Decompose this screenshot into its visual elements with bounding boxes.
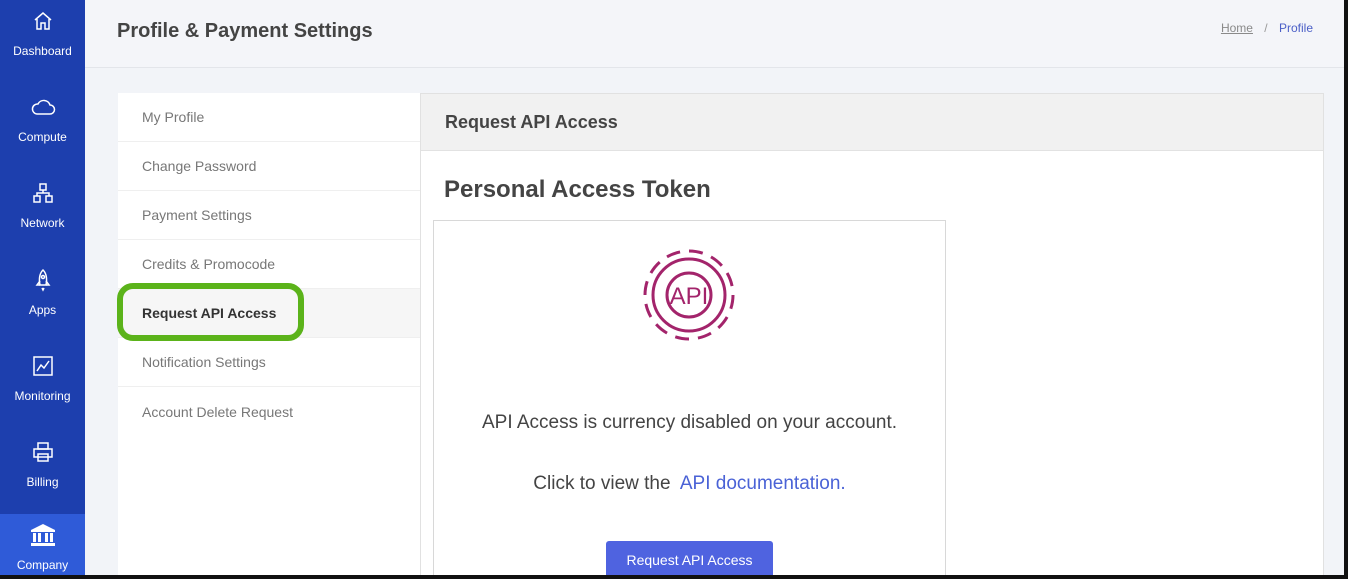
settings-menu: My Profile Change Password Payment Setti…: [118, 93, 420, 579]
breadcrumb-separator: /: [1264, 21, 1268, 35]
page-header: Profile & Payment Settings Home / Profil…: [85, 0, 1348, 68]
window-right-border: [1344, 0, 1348, 579]
documentation-prefix: Click to view the: [533, 473, 671, 494]
api-disabled-message: API Access is currency disabled on your …: [481, 412, 898, 433]
menu-item-label: Payment Settings: [142, 207, 252, 223]
chart-icon: [32, 353, 54, 379]
documentation-line: Click to view the API documentation.: [434, 473, 945, 495]
menu-item-label: Request API Access: [142, 305, 277, 321]
nav-label: Company: [16, 558, 69, 572]
nav-item-compute[interactable]: Compute: [0, 86, 85, 172]
breadcrumb-home-link[interactable]: Home: [1221, 21, 1253, 35]
api-gear-icon: API: [643, 249, 735, 341]
nav-item-company[interactable]: Company: [0, 514, 85, 579]
nav-item-billing[interactable]: Billing: [0, 431, 85, 517]
nav-label: Apps: [28, 303, 57, 317]
access-token-card: API API Access is currency disabled on y…: [433, 220, 946, 579]
nav-item-network[interactable]: Network: [0, 172, 85, 258]
rocket-icon: [33, 267, 53, 293]
api-documentation-link[interactable]: API documentation.: [680, 473, 846, 494]
page-title: Profile & Payment Settings: [117, 20, 373, 42]
menu-item-account-delete-request[interactable]: Account Delete Request: [118, 387, 420, 436]
menu-item-my-profile[interactable]: My Profile: [118, 93, 420, 142]
home-icon: [32, 8, 54, 34]
menu-item-label: Credits & Promocode: [142, 256, 276, 272]
nav-label: Dashboard: [13, 44, 72, 58]
menu-item-credits-promocode[interactable]: Credits & Promocode: [118, 240, 420, 289]
api-access-panel: Request API Access Personal Access Token…: [420, 93, 1324, 579]
nav-item-dashboard[interactable]: Dashboard: [0, 0, 85, 86]
cloud-icon: [30, 94, 56, 120]
nav-item-monitoring[interactable]: Monitoring: [0, 345, 85, 431]
menu-item-notification-settings[interactable]: Notification Settings: [118, 338, 420, 387]
menu-item-payment-settings[interactable]: Payment Settings: [118, 191, 420, 240]
menu-item-label: Account Delete Request: [142, 403, 293, 420]
menu-item-change-password[interactable]: Change Password: [118, 142, 420, 191]
panel-heading: Request API Access: [421, 94, 1323, 151]
window-bottom-border: [0, 575, 1348, 579]
breadcrumb-current: Profile: [1278, 21, 1313, 35]
menu-item-label: Notification Settings: [142, 354, 266, 370]
request-api-access-button[interactable]: Request API Access: [606, 541, 773, 579]
breadcrumb: Home / Profile: [1221, 21, 1313, 35]
nav-label: Compute: [18, 130, 67, 144]
section-title: Personal Access Token: [444, 176, 711, 203]
nav-label: Network: [20, 216, 65, 230]
api-logo-text: API: [670, 283, 709, 310]
menu-item-request-api-access[interactable]: Request API Access: [118, 289, 420, 338]
nav-item-apps[interactable]: Apps: [0, 259, 85, 345]
network-icon: [32, 180, 54, 206]
printer-icon: [32, 439, 54, 465]
nav-label: Monitoring: [14, 389, 71, 403]
menu-item-label: My Profile: [142, 109, 205, 125]
nav-label: Billing: [26, 475, 59, 489]
menu-item-label: Change Password: [142, 158, 257, 174]
main-nav-rail: Dashboard Compute Network Apps Monitorin…: [0, 0, 85, 579]
bank-icon: [30, 522, 56, 548]
